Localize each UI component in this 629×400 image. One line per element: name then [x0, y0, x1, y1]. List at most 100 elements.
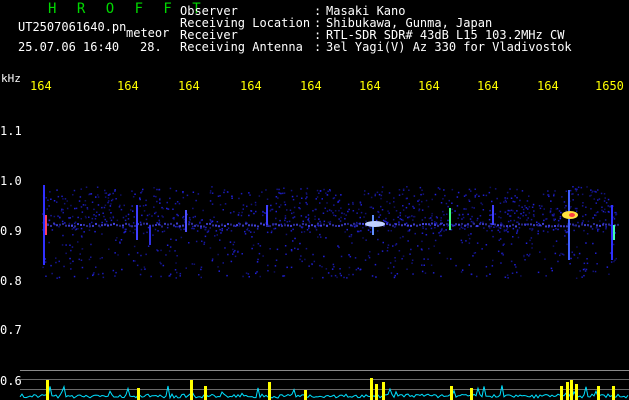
noise-speck [577, 186, 580, 188]
noise-speck [542, 213, 544, 216]
noise-speck [461, 241, 463, 244]
noise-speck [200, 227, 202, 229]
noise-speck [267, 264, 269, 267]
noise-speck [166, 244, 169, 246]
noise-speck [574, 207, 577, 210]
noise-speck [359, 216, 361, 219]
noise-speck [262, 255, 264, 257]
noise-speck [395, 210, 398, 212]
noise-speck [582, 268, 585, 271]
noise-speck [89, 223, 91, 225]
noise-speck [573, 253, 575, 256]
noise-speck [581, 276, 583, 278]
noise-speck [176, 255, 178, 257]
noise-speck [49, 191, 51, 193]
noise-speck [557, 228, 559, 231]
noise-speck [80, 259, 83, 261]
carrier-speck [74, 225, 76, 228]
noise-speck [553, 213, 555, 215]
noise-speck [363, 193, 366, 196]
noise-speck [552, 218, 555, 220]
noise-speck [132, 210, 134, 212]
noise-speck [485, 266, 488, 268]
noise-speck [607, 210, 610, 213]
y-axis-unit: kHz [1, 72, 21, 85]
noise-speck [467, 226, 469, 228]
noise-speck [99, 257, 101, 260]
noise-speck [240, 214, 243, 217]
noise-speck [119, 204, 121, 207]
noise-speck [431, 219, 433, 221]
noise-speck [274, 265, 277, 267]
noise-speck [344, 231, 346, 233]
noise-speck [81, 248, 83, 250]
noise-speck [275, 217, 277, 220]
noise-speck [516, 188, 518, 191]
carrier-speck [575, 224, 577, 227]
carrier-speck [239, 223, 241, 226]
x-tick-label: 164 [537, 79, 559, 93]
noise-speck [127, 218, 130, 220]
noise-speck [612, 243, 615, 246]
noise-speck [69, 257, 71, 260]
noise-speck [93, 272, 95, 274]
noise-speck [110, 199, 113, 202]
noise-speck [610, 261, 613, 263]
noise-speck [124, 219, 127, 222]
noise-speck [586, 186, 588, 188]
carrier-speck [389, 223, 391, 226]
noise-speck [77, 241, 79, 243]
noise-speck [460, 271, 463, 273]
noise-speck [55, 261, 57, 264]
noise-speck [109, 193, 111, 195]
noise-speck [290, 189, 293, 192]
noise-speck [231, 197, 233, 199]
noise-speck [205, 226, 207, 229]
noise-speck [490, 225, 492, 228]
noise-speck [299, 242, 301, 245]
noise-speck [461, 269, 464, 271]
noise-speck [443, 189, 445, 191]
noise-speck [526, 200, 529, 202]
noise-speck [108, 200, 110, 202]
noise-speck [531, 206, 534, 208]
noise-speck [417, 245, 419, 247]
carrier-speck [422, 222, 424, 225]
noise-speck [541, 205, 543, 207]
noise-speck [418, 209, 420, 212]
noise-speck [451, 212, 453, 214]
noise-speck [209, 200, 212, 202]
carrier-speck [212, 224, 214, 227]
noise-speck [433, 245, 435, 247]
noise-speck [388, 192, 391, 194]
noise-speck [319, 190, 322, 192]
noise-speck [83, 231, 85, 233]
noise-speck [390, 230, 392, 232]
carrier-speck [452, 224, 454, 227]
noise-speck [44, 261, 47, 263]
noise-speck [250, 210, 252, 212]
noise-speck [96, 186, 99, 188]
noise-speck [333, 204, 335, 206]
noise-speck [476, 217, 479, 220]
noise-speck [182, 191, 184, 193]
noise-speck [144, 268, 146, 270]
noise-speck [175, 277, 177, 279]
noise-speck [471, 206, 473, 209]
noise-speck [592, 217, 594, 219]
noise-speck [430, 217, 432, 219]
noise-speck [286, 221, 288, 223]
noise-speck [114, 252, 116, 254]
noise-speck [267, 270, 269, 272]
noise-speck [446, 257, 449, 260]
noise-speck [266, 198, 269, 200]
noise-speck [153, 187, 155, 189]
noise-speck [296, 195, 298, 197]
noise-speck [79, 253, 81, 255]
noise-speck [456, 205, 459, 207]
noise-speck [179, 275, 181, 277]
noise-speck [254, 204, 257, 206]
noise-speck [91, 221, 93, 224]
carrier-speck [410, 224, 412, 227]
carrier-speck [203, 225, 205, 228]
